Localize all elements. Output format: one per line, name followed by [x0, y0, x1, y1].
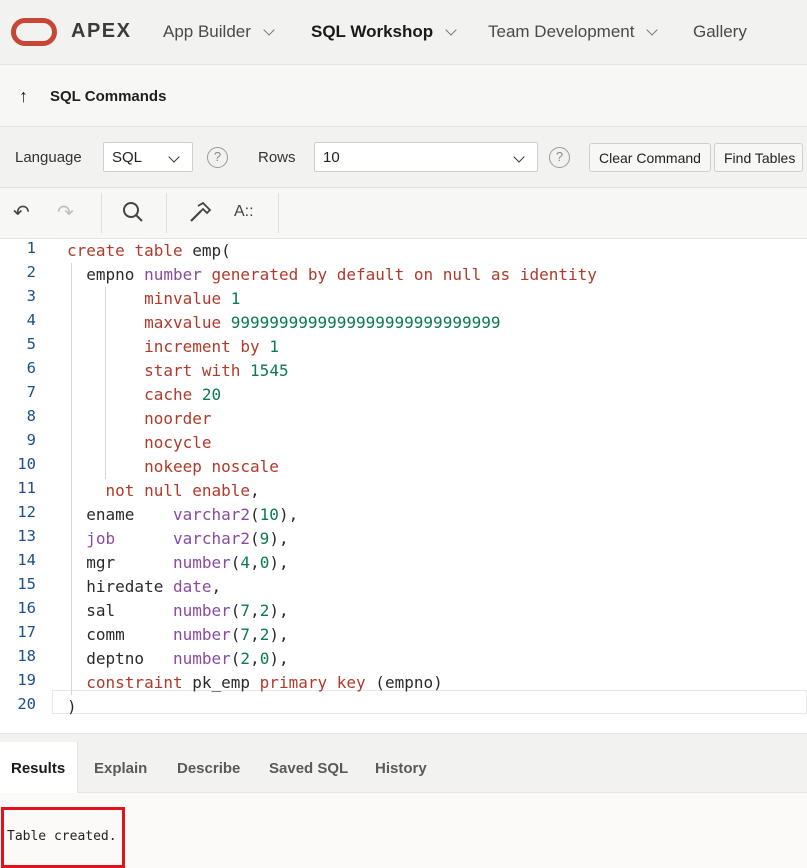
- line-number: 7: [26, 383, 36, 401]
- rows-select-value: 10: [323, 149, 340, 166]
- chevron-down-icon: [646, 23, 659, 36]
- language-select-value: SQL: [112, 149, 143, 166]
- nav-item-label: SQL Workshop: [311, 22, 434, 41]
- toolbar-divider: [166, 193, 167, 233]
- result-message: Table created.: [7, 829, 117, 844]
- line-number: 17: [17, 623, 36, 641]
- line-number: 14: [17, 551, 36, 569]
- toolbar-divider: [101, 193, 102, 233]
- code-line: noorder: [144, 409, 212, 428]
- code-line: job varchar2(9),: [86, 529, 289, 548]
- page-title: SQL Commands: [50, 88, 167, 105]
- rows-select[interactable]: 10: [314, 142, 538, 172]
- code-line: empno number generated by default on nul…: [86, 265, 597, 284]
- chevron-down-icon: [513, 151, 525, 163]
- code-line: constraint pk_emp primary key (empno): [86, 673, 443, 692]
- chevron-down-icon: [263, 23, 275, 36]
- tab-history[interactable]: History: [375, 760, 427, 777]
- oracle-logo-icon[interactable]: [11, 18, 57, 46]
- chevron-down-icon: [445, 23, 457, 36]
- line-number: 3: [26, 287, 36, 305]
- brand-name[interactable]: APEX: [71, 20, 131, 43]
- line-number: 13: [17, 527, 36, 545]
- language-label: Language: [15, 149, 82, 166]
- tab-describe[interactable]: Describe: [177, 760, 240, 777]
- hammer-icon[interactable]: [188, 201, 212, 231]
- toolbar-divider: [278, 193, 279, 233]
- up-arrow-icon[interactable]: ↑: [19, 86, 28, 107]
- code-line: increment by 1: [144, 337, 279, 356]
- code-line: deptno number(2,0),: [86, 649, 289, 668]
- code-line: ename varchar2(10),: [86, 505, 299, 524]
- line-number: 9: [26, 431, 36, 449]
- redo-icon[interactable]: ↷: [57, 200, 74, 225]
- line-number: 12: [17, 503, 36, 521]
- help-icon[interactable]: ?: [549, 147, 570, 168]
- line-number: 6: [26, 359, 36, 377]
- code-line: mgr number(4,0),: [86, 553, 289, 572]
- code-line: minvalue 1: [144, 289, 241, 308]
- code-line: nokeep noscale: [144, 457, 279, 476]
- clear-command-button[interactable]: Clear Command: [589, 143, 711, 172]
- code-line: cache 20: [144, 385, 222, 404]
- line-number: 18: [17, 647, 36, 665]
- tab-explain[interactable]: Explain: [94, 760, 147, 777]
- nav-item-app-builder[interactable]: App Builder: [163, 22, 275, 42]
- format-icon[interactable]: A::: [234, 203, 254, 221]
- nav-item-gallery[interactable]: Gallery: [693, 22, 747, 42]
- line-number: 16: [17, 599, 36, 617]
- nav-item-label: Team Development: [488, 22, 635, 41]
- line-number: 5: [26, 335, 36, 353]
- line-number: 8: [26, 407, 36, 425]
- line-number: 10: [17, 455, 36, 473]
- line-number: 11: [17, 479, 36, 497]
- code-line: nocycle: [144, 433, 212, 452]
- chevron-down-icon: [168, 151, 180, 163]
- nav-item-sql-workshop[interactable]: SQL Workshop: [311, 22, 457, 42]
- nav-item-label: Gallery: [693, 22, 747, 41]
- undo-icon[interactable]: ↶: [13, 200, 30, 225]
- language-select[interactable]: SQL: [103, 142, 193, 172]
- line-number: 4: [26, 311, 36, 329]
- rows-label: Rows: [258, 149, 296, 166]
- find-tables-button[interactable]: Find Tables: [714, 143, 803, 172]
- code-line: ): [67, 697, 77, 716]
- nav-item-team-development[interactable]: Team Development: [488, 22, 659, 42]
- code-line: sal number(7,2),: [86, 601, 289, 620]
- code-line: not null enable,: [105, 481, 260, 500]
- line-number: 2: [26, 263, 36, 281]
- nav-item-label: App Builder: [163, 22, 251, 41]
- line-number: 20: [17, 695, 36, 713]
- code-line: hiredate date,: [86, 577, 222, 596]
- search-icon[interactable]: [122, 201, 144, 229]
- code-line: start with 1545: [144, 361, 289, 380]
- sql-code-editor[interactable]: 1 2 3 4 5 6 7 8 9 10 11 12 13 14 15 16 1…: [0, 239, 807, 716]
- tab-results[interactable]: Results: [11, 760, 65, 777]
- line-number: 15: [17, 575, 36, 593]
- help-icon[interactable]: ?: [207, 147, 228, 168]
- code-line: create table emp(: [67, 241, 231, 260]
- line-number: 1: [26, 239, 36, 257]
- code-line: comm number(7,2),: [86, 625, 289, 644]
- line-number: 19: [17, 671, 36, 689]
- tab-saved-sql[interactable]: Saved SQL: [269, 760, 348, 777]
- code-line: maxvalue 9999999999999999999999999999: [144, 313, 501, 332]
